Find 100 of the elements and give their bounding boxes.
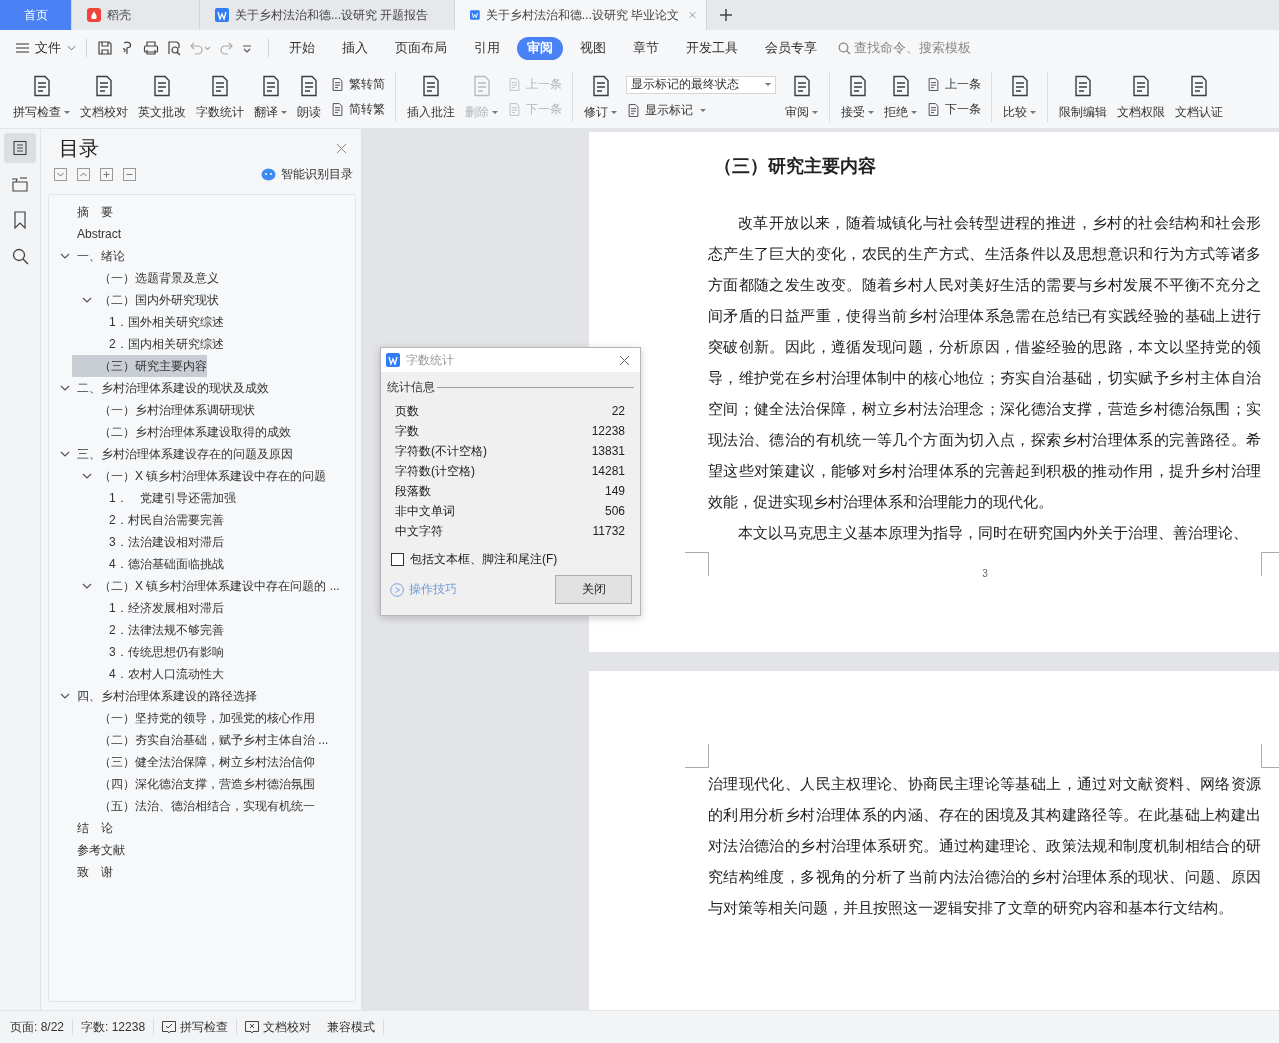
chevron-down-icon[interactable]	[82, 473, 92, 479]
menu-tab[interactable]: 视图	[570, 36, 616, 60]
ribbon-button[interactable]: 下一条	[926, 101, 981, 118]
ribbon-button[interactable]: 插入批注	[402, 69, 460, 125]
toc-item[interactable]: （一）X 镇乡村治理体系建设中存在的问题	[72, 465, 327, 487]
toc-item[interactable]: （三）研究主要内容	[72, 355, 207, 377]
toc-item[interactable]: 一、绪论	[50, 245, 125, 267]
toc-item[interactable]: 摘 要	[50, 201, 113, 223]
minus-icon[interactable]	[123, 168, 136, 181]
collapse-icon[interactable]	[77, 168, 90, 181]
chevron-down-icon[interactable]	[60, 693, 70, 699]
toc-item[interactable]: 参考文献	[50, 839, 125, 861]
menu-tab[interactable]: 页面布局	[385, 36, 457, 60]
checkbox-label[interactable]: 包括文本框、脚注和尾注(F)	[410, 551, 558, 568]
toc-item[interactable]: 3．法治建设相对滞后	[82, 531, 224, 553]
ribbon-button[interactable]: 比较	[998, 69, 1041, 125]
ribbon-button[interactable]: 文档校对	[75, 69, 133, 125]
stat-label: 中文字符	[395, 522, 443, 540]
menu-tab[interactable]: 会员专享	[755, 36, 827, 60]
toc-item[interactable]: 2．国内相关研究综述	[82, 333, 224, 355]
ribbon-button[interactable]: 拒绝	[879, 69, 922, 125]
toc-item[interactable]: 二、乡村治理体系建设的现状及成效	[50, 377, 269, 399]
close-icon[interactable]	[619, 354, 630, 366]
smart-toc-button[interactable]: 智能识别目录	[261, 166, 353, 183]
menu-tab[interactable]: 章节	[623, 36, 669, 60]
ribbon-button[interactable]: 翻译	[249, 69, 292, 125]
toc-item[interactable]: 4．农村人口流动性大	[82, 663, 224, 685]
toc-item[interactable]: 4．德治基础面临挑战	[82, 553, 224, 575]
toc-item[interactable]: （二）国内外研究现状	[72, 289, 219, 311]
ribbon-button[interactable]: 英文批改	[133, 69, 191, 125]
stat-label: 字数	[395, 422, 419, 440]
print-icon[interactable]	[143, 40, 159, 56]
chevron-down-icon[interactable]	[241, 42, 253, 54]
menu-tab[interactable]: 开始	[279, 36, 325, 60]
ribbon-button[interactable]: 显示标记	[626, 101, 776, 119]
close-button[interactable]: 关闭	[555, 575, 632, 604]
toc-item[interactable]: 2．村民自治需要完善	[82, 509, 224, 531]
toc-item[interactable]: 2．法律法规不够完善	[82, 619, 224, 641]
ribbon-button[interactable]: 字数统计	[191, 69, 249, 125]
toc-item[interactable]: （二）夯实自治基础，赋予乡村主体自治 ...	[72, 729, 329, 751]
chevron-down-icon[interactable]	[60, 253, 70, 259]
toc-item[interactable]: （一）乡村治理体系调研现状	[72, 399, 255, 421]
chevron-down-icon[interactable]	[82, 297, 92, 303]
toc-item[interactable]: 1．国外相关研究综述	[82, 311, 224, 333]
compatibility-mode: 兼容模式	[327, 1018, 376, 1036]
document-tab[interactable]: 关于乡村法治和德...设研究 毕业论文	[455, 0, 707, 30]
toc-item[interactable]: 四、乡村治理体系建设的路径选择	[50, 685, 257, 707]
ribbon-button[interactable]: 审阅	[780, 69, 823, 125]
menu-tab[interactable]: 开发工具	[676, 36, 748, 60]
word-count: 字数: 12238	[81, 1018, 146, 1036]
toc-item[interactable]: Abstract	[50, 223, 121, 245]
sidebar-tab[interactable]	[4, 133, 36, 163]
menu-tab[interactable]: 引用	[464, 36, 510, 60]
ribbon-button[interactable]: 接受	[836, 69, 879, 125]
expand-icon[interactable]	[54, 168, 67, 181]
ribbon-button[interactable]: 拼写检查	[8, 69, 75, 125]
proofread-button[interactable]: 文档校对	[245, 1018, 312, 1036]
stat-value: 14281	[591, 464, 625, 478]
toc-item[interactable]: （二）乡村治理体系建设取得的成效	[72, 421, 291, 443]
file-menu[interactable]: 文件	[14, 37, 78, 59]
document-icon	[330, 102, 345, 117]
search-icon	[838, 41, 851, 55]
chevron-down-icon[interactable]	[60, 451, 70, 457]
checkbox[interactable]	[391, 553, 404, 566]
ribbon-button[interactable]: 繁转简	[330, 76, 385, 93]
app-logo-icon	[215, 8, 229, 22]
menu-tab[interactable]: 插入	[332, 36, 378, 60]
chevron-down-icon[interactable]	[60, 385, 70, 391]
robot-face-icon	[261, 168, 276, 181]
toc-item[interactable]: （二）X 镇乡村治理体系建设中存在问题的 ...	[72, 575, 340, 597]
toc-item[interactable]: 结 论	[50, 817, 113, 839]
search-field[interactable]: 查找命令、搜索模板	[838, 41, 994, 55]
toc-item[interactable]: （五）法治、德治相结合，实现有机统一	[72, 795, 315, 817]
toc-item[interactable]: 3．传统思想仍有影响	[82, 641, 224, 663]
toc-item[interactable]: （四）深化德治支撑，营造乡村德治氛围	[72, 773, 315, 795]
ribbon-button[interactable]: 文档权限	[1112, 69, 1170, 125]
ribbon-button[interactable]: 上一条	[926, 76, 981, 93]
toc-item[interactable]: （一）选题背景及意义	[72, 267, 219, 289]
toc-item[interactable]: （一）坚持党的领导，加强党的核心作用	[72, 707, 315, 729]
chevron-down-icon	[67, 45, 76, 51]
toc-item[interactable]: 1． 党建引导还需加强	[82, 487, 236, 509]
save-icon[interactable]	[97, 40, 113, 56]
ribbon-button[interactable]: 修订	[579, 69, 622, 125]
toc-item[interactable]: 1．经济发展相对滞后	[82, 597, 224, 619]
ribbon-button[interactable]: 朗读	[292, 69, 326, 125]
print-preview-icon[interactable]	[166, 40, 182, 56]
plus-icon[interactable]	[719, 8, 733, 22]
menu-tab[interactable]: 审阅	[517, 36, 563, 60]
plus-icon[interactable]	[100, 168, 113, 181]
document-tab[interactable]: 首页	[0, 0, 72, 30]
toc-item[interactable]: （三）健全法治保障，树立乡村法治信仰	[72, 751, 315, 773]
ribbon-button[interactable]: 简转繁	[330, 101, 385, 118]
ribbon-button[interactable]: 文档认证	[1170, 69, 1228, 125]
display-mode-dropdown[interactable]: 显示标记的最终状态	[626, 75, 776, 94]
spell-check-button[interactable]: 拼写检查	[162, 1018, 229, 1036]
toc-item[interactable]: 三、乡村治理体系建设存在的问题及原因	[50, 443, 293, 465]
chevron-down-icon[interactable]	[82, 583, 92, 589]
ribbon-button[interactable]: 限制编辑	[1054, 69, 1112, 125]
close-icon[interactable]	[336, 143, 347, 154]
toc-item[interactable]: 致 谢	[50, 861, 113, 883]
